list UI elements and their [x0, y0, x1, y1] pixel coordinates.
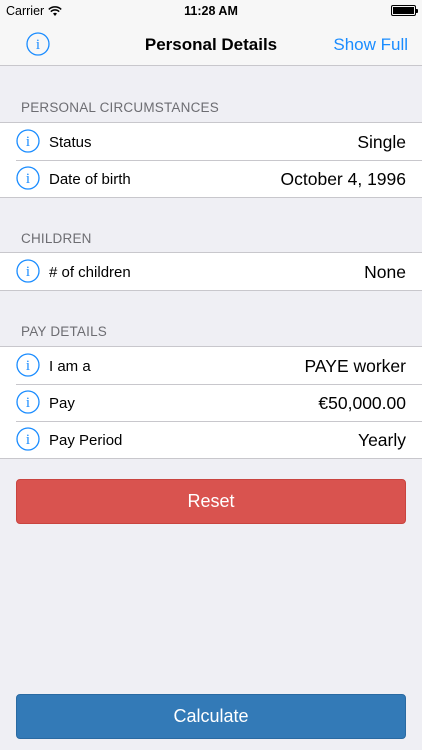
children-count-row[interactable]: i # of children None — [0, 253, 422, 290]
svg-text:i: i — [26, 358, 30, 374]
row-value: None — [364, 262, 406, 282]
pay-period-row[interactable]: i Pay Period Yearly — [0, 421, 422, 458]
info-icon[interactable]: i — [16, 353, 40, 377]
pay-group: i I am a PAYE worker i Pay €50,000.00 i … — [0, 346, 422, 459]
info-icon[interactable]: i — [16, 390, 40, 414]
section-header-pay: PAY DETAILS — [21, 324, 107, 339]
clock: 11:28 AM — [184, 4, 238, 18]
status-bar: Carrier 11:28 AM — [0, 0, 422, 22]
pay-row[interactable]: i Pay €50,000.00 — [0, 384, 422, 421]
section-header-children: CHILDREN — [21, 231, 92, 246]
personal-group: i Status Single i Date of birth October … — [0, 122, 422, 198]
row-value: Yearly — [358, 430, 406, 450]
info-icon[interactable]: i — [16, 129, 40, 153]
row-value: October 4, 1996 — [280, 169, 407, 189]
row-value: Single — [357, 132, 406, 152]
svg-text:i: i — [26, 264, 30, 280]
row-value: €50,000.00 — [318, 393, 406, 413]
row-label: I am a — [49, 358, 91, 375]
section-header-personal: PERSONAL CIRCUMSTANCES — [21, 100, 219, 115]
row-value: PAYE worker — [304, 356, 406, 376]
navigation-bar: i Personal Details Show Full — [0, 22, 422, 66]
svg-text:i: i — [26, 395, 30, 411]
svg-text:i: i — [26, 134, 30, 150]
row-label: Status — [49, 134, 92, 151]
row-label: Pay — [49, 395, 75, 412]
info-icon[interactable]: i — [16, 259, 40, 283]
svg-text:i: i — [26, 432, 30, 448]
info-icon[interactable]: i — [16, 166, 40, 190]
info-icon[interactable]: i — [16, 427, 40, 451]
date-of-birth-row[interactable]: i Date of birth October 4, 1996 — [0, 160, 422, 197]
row-label: # of children — [49, 264, 131, 281]
row-label: Date of birth — [49, 171, 131, 188]
calculate-button[interactable]: Calculate — [16, 694, 406, 739]
reset-button[interactable]: Reset — [16, 479, 406, 524]
row-label: Pay Period — [49, 432, 123, 449]
show-full-button[interactable]: Show Full — [333, 35, 408, 55]
status-row[interactable]: i Status Single — [0, 123, 422, 160]
children-group: i # of children None — [0, 252, 422, 291]
svg-text:i: i — [26, 171, 30, 187]
worker-type-row[interactable]: i I am a PAYE worker — [0, 347, 422, 384]
battery-icon — [391, 5, 418, 16]
